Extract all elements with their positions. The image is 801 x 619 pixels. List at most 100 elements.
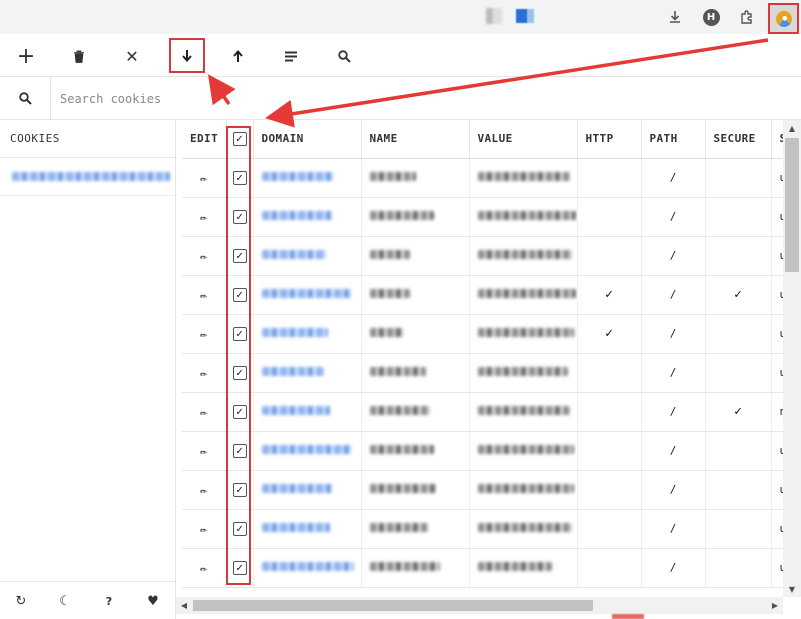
value-cell[interactable]	[469, 431, 578, 471]
table-row: ✏ ✓ / u	[182, 470, 783, 510]
select-all-checkbox[interactable]: ✓	[232, 131, 247, 146]
cookie-extension-icon[interactable]	[768, 3, 799, 34]
column-header-edit: EDIT	[182, 120, 227, 159]
pencil-icon[interactable]: ✏	[200, 327, 207, 341]
name-cell[interactable]	[361, 314, 470, 354]
select-cell: ✓	[226, 158, 254, 198]
theme-toggle-button[interactable]: ☾	[54, 590, 76, 612]
value-cell[interactable]	[469, 158, 578, 198]
pencil-icon[interactable]: ✏	[200, 405, 207, 419]
scroll-down-arrow-icon[interactable]: ▼	[783, 581, 801, 597]
profile-h-icon[interactable]: H	[700, 6, 722, 28]
help-icon: ?	[105, 594, 113, 608]
edit-cell: ✏	[182, 431, 227, 471]
row-checkbox[interactable]: ✓	[232, 326, 247, 341]
scroll-up-arrow-icon[interactable]: ▲	[783, 120, 801, 136]
close-button[interactable]: ✕	[115, 40, 149, 72]
value-cell[interactable]	[469, 392, 578, 432]
domain-cell[interactable]	[253, 353, 362, 393]
row-checkbox[interactable]: ✓	[232, 170, 247, 185]
download-icon[interactable]	[664, 6, 686, 28]
pencil-icon[interactable]: ✏	[200, 561, 207, 575]
scroll-thumb-horizontal[interactable]	[193, 600, 593, 611]
row-checkbox[interactable]: ✓	[232, 560, 247, 575]
value-cell[interactable]	[469, 236, 578, 276]
table-row: ✏✓✓/✓u	[182, 275, 783, 315]
scroll-thumb[interactable]	[785, 138, 799, 272]
name-cell[interactable]	[361, 275, 470, 315]
domain-cell[interactable]	[253, 392, 362, 432]
scroll-left-arrow-icon[interactable]: ◀	[176, 597, 192, 614]
options-button[interactable]	[274, 40, 308, 72]
name-cell[interactable]	[361, 548, 470, 588]
scroll-right-arrow-icon[interactable]: ▶	[767, 597, 783, 614]
table-row: ✏ ✓ / u	[182, 197, 783, 237]
value-cell[interactable]	[469, 275, 578, 315]
domain-cell[interactable]	[253, 314, 362, 354]
column-header-secure[interactable]: SECURE	[705, 120, 772, 159]
value-cell[interactable]	[469, 509, 578, 549]
pencil-icon[interactable]: ✏	[200, 483, 207, 497]
new-badge	[612, 614, 644, 619]
pencil-icon[interactable]: ✏	[200, 288, 207, 302]
donate-button[interactable]: ♥	[142, 590, 164, 612]
puzzle-icon[interactable]	[736, 6, 758, 28]
path-cell: /	[641, 314, 706, 354]
name-cell[interactable]	[361, 158, 470, 198]
edit-cell: ✏	[182, 470, 227, 510]
column-header-http[interactable]: HTTP	[577, 120, 642, 159]
refresh-button[interactable]: ↻	[10, 590, 32, 612]
row-checkbox[interactable]: ✓	[232, 521, 247, 536]
name-cell[interactable]	[361, 197, 470, 237]
value-cell[interactable]	[469, 548, 578, 588]
row-checkbox[interactable]: ✓	[232, 404, 247, 419]
name-cell[interactable]	[361, 353, 470, 393]
domain-cell[interactable]	[253, 509, 362, 549]
row-checkbox[interactable]: ✓	[232, 209, 247, 224]
name-cell[interactable]	[361, 392, 470, 432]
domain-cell[interactable]	[253, 158, 362, 198]
name-cell[interactable]	[361, 236, 470, 276]
row-checkbox[interactable]: ✓	[232, 248, 247, 263]
import-button[interactable]	[221, 40, 255, 72]
column-header-domain[interactable]: DOMAIN	[253, 120, 362, 159]
pencil-icon[interactable]: ✏	[200, 444, 207, 458]
add-cookie-button[interactable]: +	[9, 40, 43, 72]
pencil-icon[interactable]: ✏	[200, 249, 207, 263]
row-checkbox[interactable]: ✓	[232, 365, 247, 380]
select-cell: ✓	[226, 392, 254, 432]
domain-cell[interactable]	[253, 431, 362, 471]
vertical-scrollbar[interactable]: ▲ ▼	[783, 120, 801, 597]
row-checkbox[interactable]: ✓	[232, 482, 247, 497]
row-checkbox[interactable]: ✓	[232, 287, 247, 302]
search-input[interactable]	[60, 88, 460, 110]
value-cell[interactable]	[469, 197, 578, 237]
column-header-s[interactable]: S	[771, 120, 783, 159]
value-cell[interactable]	[469, 314, 578, 354]
column-header-value[interactable]: VALUE	[469, 120, 578, 159]
domain-cell[interactable]	[253, 275, 362, 315]
sidebar-item-domain[interactable]	[0, 158, 175, 196]
column-header-path[interactable]: PATH	[641, 120, 706, 159]
delete-all-button[interactable]	[62, 40, 96, 72]
pencil-icon[interactable]: ✏	[200, 210, 207, 224]
value-cell[interactable]	[469, 470, 578, 510]
search-toggle-button[interactable]	[327, 40, 361, 72]
domain-cell[interactable]	[253, 470, 362, 510]
help-button[interactable]: ?	[98, 590, 120, 612]
pencil-icon[interactable]: ✏	[200, 366, 207, 380]
value-cell[interactable]	[469, 353, 578, 393]
export-button[interactable]	[169, 38, 205, 73]
domain-cell[interactable]	[253, 236, 362, 276]
close-icon: ✕	[125, 46, 139, 66]
name-cell[interactable]	[361, 431, 470, 471]
column-header-name[interactable]: NAME	[361, 120, 470, 159]
domain-cell[interactable]	[253, 197, 362, 237]
row-checkbox[interactable]: ✓	[232, 443, 247, 458]
horizontal-scrollbar[interactable]: ◀ ▶	[176, 597, 783, 614]
pencil-icon[interactable]: ✏	[200, 522, 207, 536]
domain-cell[interactable]	[253, 548, 362, 588]
name-cell[interactable]	[361, 509, 470, 549]
name-cell[interactable]	[361, 470, 470, 510]
pencil-icon[interactable]: ✏	[200, 171, 207, 185]
